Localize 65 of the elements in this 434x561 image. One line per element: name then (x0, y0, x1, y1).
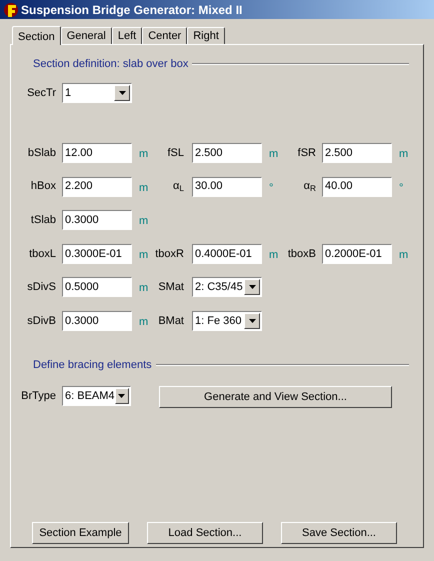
caret-icon (248, 285, 256, 290)
tab[interactable]: Left (112, 27, 142, 44)
tab[interactable]: General (60, 27, 112, 44)
unit-label: m (139, 282, 148, 294)
dropdown-arrow-button[interactable] (114, 85, 130, 101)
unit-label: m (399, 248, 408, 261)
app-logo-icon (3, 2, 19, 18)
dropdown[interactable]: 1 (62, 83, 132, 103)
dropdown-arrow-button[interactable] (244, 312, 260, 329)
field-label: sDivS (26, 280, 56, 296)
tab[interactable]: Center (142, 27, 188, 44)
field-label: fSR (296, 146, 316, 161)
unit-label: m (139, 215, 148, 228)
tab[interactable]: Right (187, 27, 225, 44)
field-label: tSlab (30, 212, 56, 228)
field-label: sDivB (26, 314, 56, 329)
push-button[interactable]: Generate and View Section... (159, 386, 392, 408)
field-label: fSL (166, 146, 184, 161)
field-label: tboxB (287, 246, 316, 262)
push-button[interactable]: Section Example (32, 522, 129, 544)
field-label: tboxR (154, 246, 184, 262)
unit-label: m (399, 148, 408, 160)
input-field[interactable]: 0.4000E-01 (192, 244, 262, 264)
input-field[interactable]: 0.2000E-01 (322, 244, 392, 264)
caret-icon (118, 394, 126, 398)
field-label: bSlab (26, 146, 56, 161)
field-label: BMat (157, 314, 184, 329)
dropdown[interactable]: 2: C35/45 (192, 277, 262, 298)
field-label: SecTr (26, 86, 56, 101)
caret-icon (118, 91, 126, 95)
dropdown-arrow-button[interactable] (244, 279, 260, 296)
unit-label: ° (399, 182, 404, 194)
field-label: hBox (30, 179, 56, 194)
group-heading: Section definition: slab over box (33, 56, 188, 72)
input-field[interactable]: 12.00 (62, 143, 132, 163)
push-button[interactable]: Load Section... (147, 522, 263, 544)
dropdown[interactable]: 6: BEAM4 (62, 386, 131, 406)
unit-label: m (269, 248, 278, 261)
push-button[interactable]: Save Section... (281, 522, 397, 544)
unit-label: m (269, 148, 278, 160)
field-label: BrType (20, 388, 56, 404)
group-heading: Define bracing elements (33, 358, 152, 373)
unit-label: m (139, 316, 148, 328)
unit-label: m (139, 248, 148, 261)
input-field[interactable]: 2.500 (322, 143, 392, 163)
input-field[interactable]: 40.00 (322, 176, 392, 197)
input-field[interactable]: 0.3000 (62, 210, 132, 230)
input-field[interactable]: 30.00 (192, 176, 262, 197)
field-label: tboxL (28, 246, 56, 262)
unit-label: ° (269, 182, 274, 194)
input-field[interactable]: 0.5000 (62, 277, 132, 298)
input-field[interactable]: 0.3000E-01 (62, 244, 132, 264)
caret-icon (248, 318, 256, 323)
field-label: α$_{L}$ (172, 179, 184, 195)
unit-label: m (139, 182, 148, 194)
input-field[interactable]: 2.200 (62, 176, 132, 197)
unit-label: m (139, 148, 148, 160)
dropdown[interactable]: 1: Fe 360 (192, 310, 262, 331)
dropdown-arrow-button[interactable] (114, 388, 129, 404)
field-label: SMat (157, 280, 184, 296)
tab[interactable]: Section (12, 26, 61, 45)
field-label: α$_{R}$ (302, 179, 316, 195)
window-title: Suspension Bridge Generator: Mixed II (21, 2, 242, 18)
input-field[interactable]: 2.500 (192, 143, 262, 163)
input-field[interactable]: 0.3000 (62, 310, 132, 331)
